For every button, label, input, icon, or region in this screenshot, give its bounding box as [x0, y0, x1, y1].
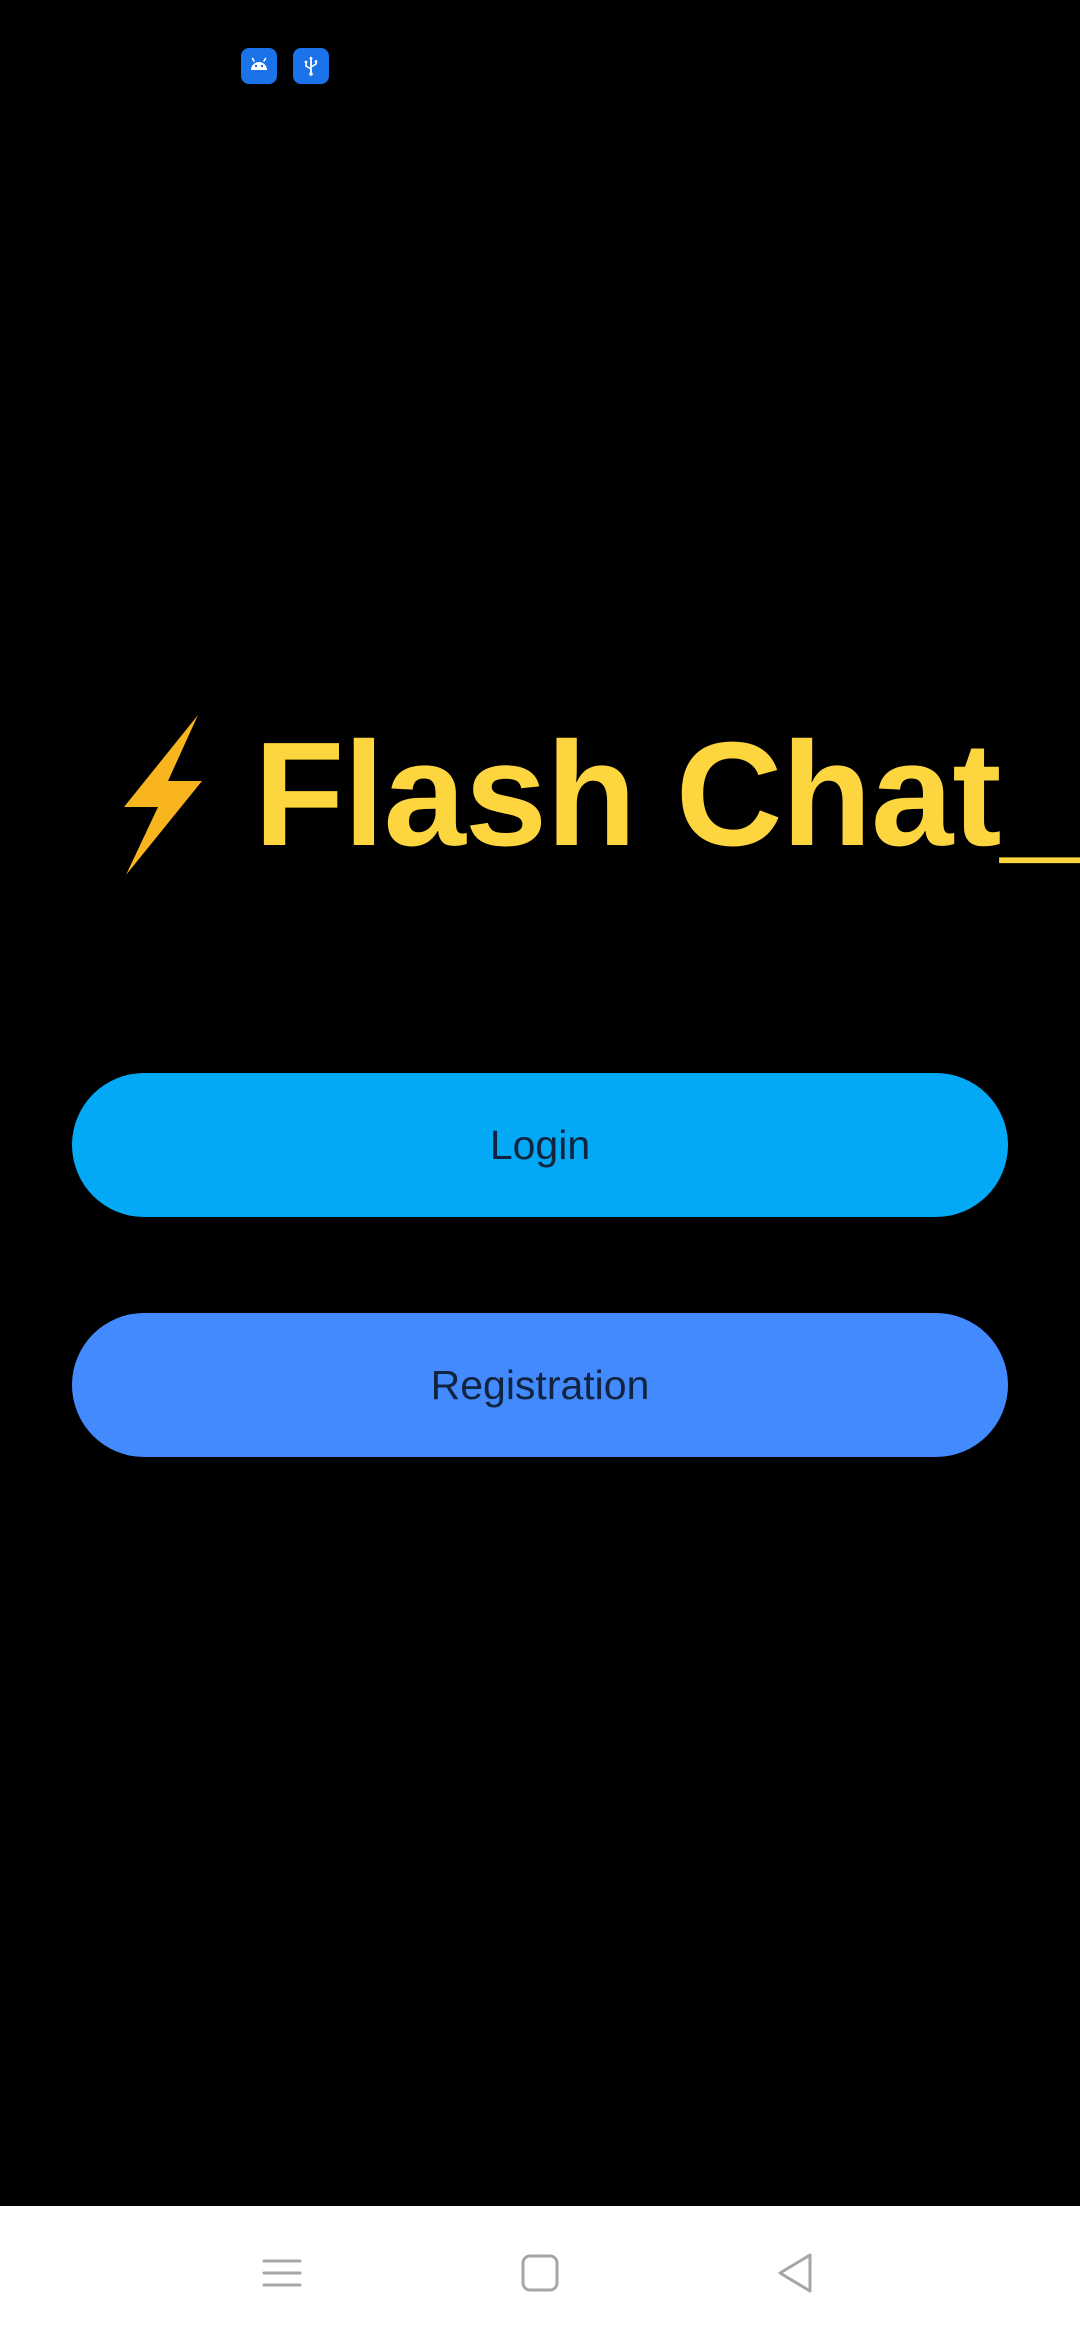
lightning-bolt-icon [124, 715, 202, 875]
menu-icon[interactable] [237, 2228, 327, 2318]
login-button-label: Login [489, 1121, 591, 1168]
welcome-screen: Flash Chat_ Login Registration [0, 0, 1080, 2340]
home-icon[interactable] [495, 2228, 585, 2318]
login-button[interactable]: Login [72, 1073, 1008, 1217]
usb-icon [293, 48, 329, 84]
status-bar [0, 0, 1080, 130]
registration-button-label: Registration [430, 1361, 650, 1408]
registration-button[interactable]: Registration [72, 1313, 1008, 1457]
navigation-bar [0, 2206, 1080, 2340]
app-header: Flash Chat_ [120, 705, 1080, 885]
back-icon[interactable] [751, 2228, 841, 2318]
android-icon [241, 48, 277, 84]
app-title: Flash Chat_ [254, 712, 1080, 877]
